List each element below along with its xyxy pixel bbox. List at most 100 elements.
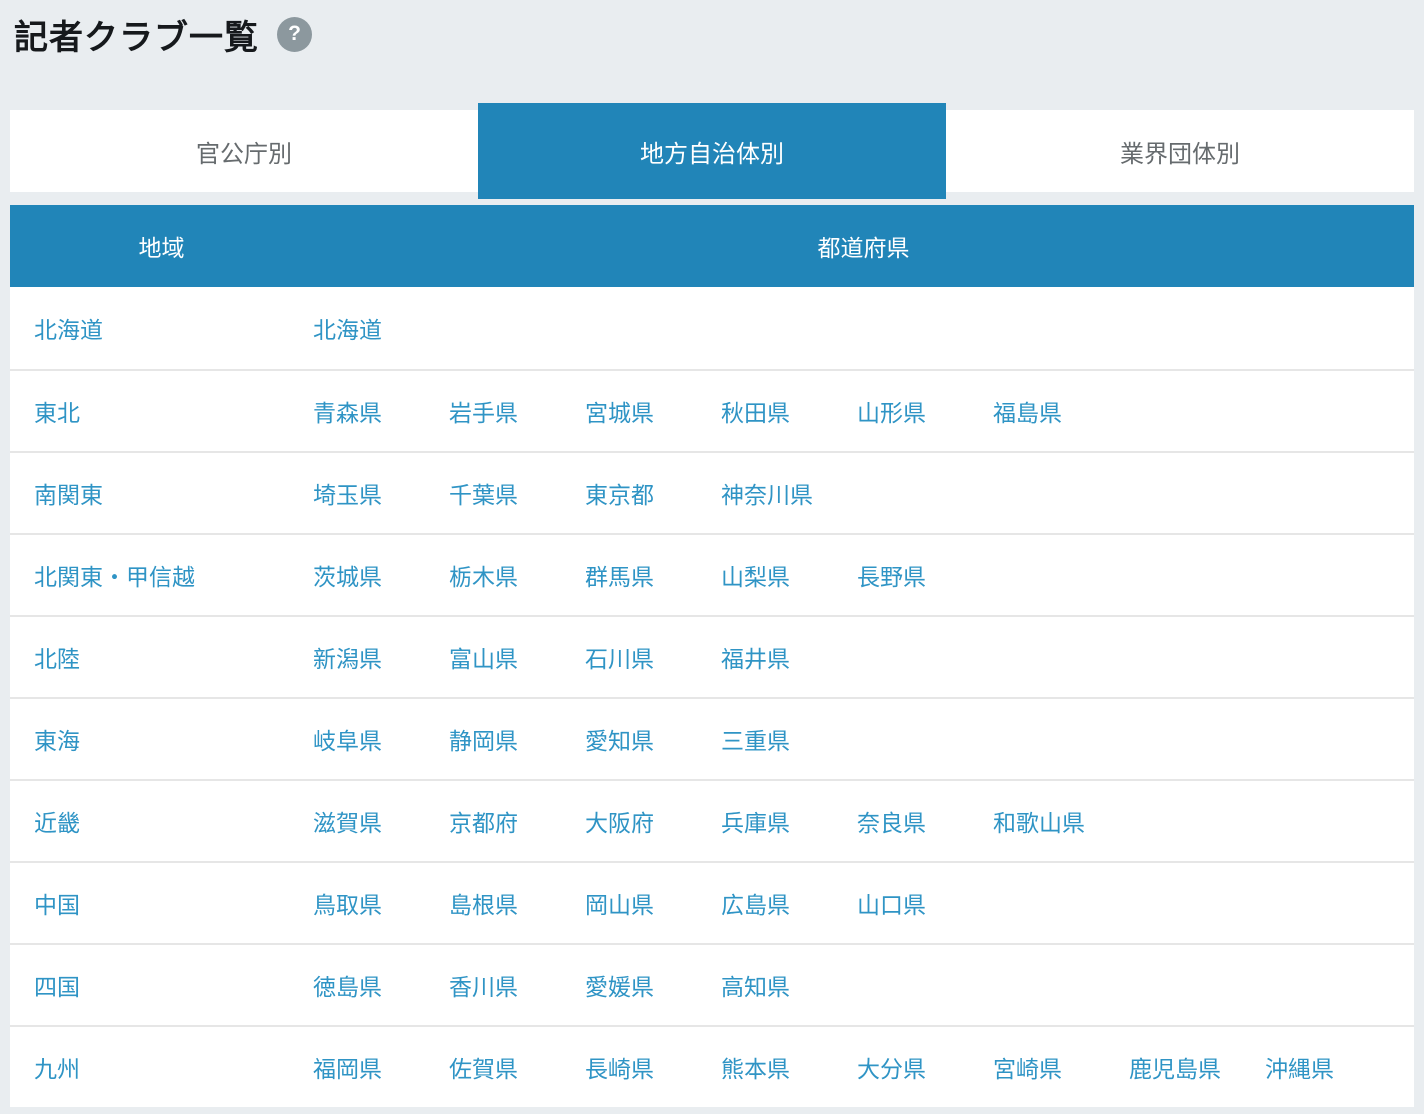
prefecture-slot: 三重県 [721, 722, 857, 756]
prefecture-link[interactable]: 長野県 [857, 564, 926, 590]
prefecture-slot: 東京都 [585, 476, 721, 510]
prefecture-list: 新潟県 富山県 石川県 福井県 [313, 640, 1414, 674]
prefecture-slot: 石川県 [585, 640, 721, 674]
tab-industry-group[interactable]: 業界団体別 [946, 110, 1414, 192]
prefecture-slot: 岡山県 [585, 886, 721, 920]
prefecture-link[interactable]: 埼玉県 [313, 482, 382, 508]
prefecture-link[interactable]: 鳥取県 [313, 892, 382, 918]
prefecture-link[interactable]: 静岡県 [449, 728, 518, 754]
prefecture-link[interactable]: 徳島県 [313, 974, 382, 1000]
prefecture-slot: 大阪府 [585, 804, 721, 838]
region-link[interactable]: 東北 [34, 400, 80, 426]
prefecture-slot: 和歌山県 [993, 804, 1129, 838]
prefecture-link[interactable]: 島根県 [449, 892, 518, 918]
prefecture-link[interactable]: 大分県 [857, 1056, 926, 1082]
prefecture-slot: 島根県 [449, 886, 585, 920]
help-icon[interactable]: ? [277, 17, 312, 52]
prefecture-link[interactable]: 三重県 [721, 728, 790, 754]
prefecture-link[interactable]: 新潟県 [313, 646, 382, 672]
region-link[interactable]: 北関東・甲信越 [34, 564, 195, 590]
prefecture-link[interactable]: 福島県 [993, 400, 1062, 426]
region-link[interactable]: 四国 [34, 974, 80, 1000]
prefecture-link[interactable]: 高知県 [721, 974, 790, 1000]
region-link[interactable]: 北陸 [34, 646, 80, 672]
prefecture-link[interactable]: 宮崎県 [993, 1056, 1062, 1082]
table-row: 北関東・甲信越 茨城県 栃木県 群馬県 山梨県 長野県 [10, 533, 1414, 615]
table-row: 東海 岐阜県 静岡県 愛知県 三重県 [10, 697, 1414, 779]
prefecture-link[interactable]: 東京都 [585, 482, 654, 508]
prefecture-link[interactable]: 山口県 [857, 892, 926, 918]
prefecture-link[interactable]: 栃木県 [449, 564, 518, 590]
prefecture-link[interactable]: 兵庫県 [721, 810, 790, 836]
prefecture-link[interactable]: 長崎県 [585, 1056, 654, 1082]
prefecture-slot: 茨城県 [313, 558, 449, 592]
prefecture-link[interactable]: 秋田県 [721, 400, 790, 426]
prefecture-slot: 栃木県 [449, 558, 585, 592]
region-link[interactable]: 北海道 [34, 317, 103, 343]
prefecture-slot: 宮城県 [585, 394, 721, 428]
prefecture-list: 徳島県 香川県 愛媛県 高知県 [313, 968, 1414, 1002]
prefecture-link[interactable]: 青森県 [313, 400, 382, 426]
prefecture-link[interactable]: 石川県 [585, 646, 654, 672]
region-cell: 九州 [10, 1050, 313, 1084]
prefecture-link[interactable]: 広島県 [721, 892, 790, 918]
region-cell: 北関東・甲信越 [10, 558, 313, 592]
page-header: 記者クラブ一覧 ? [0, 0, 1424, 58]
prefecture-link[interactable]: 鹿児島県 [1129, 1056, 1221, 1082]
prefecture-slot: 愛知県 [585, 722, 721, 756]
prefecture-link[interactable]: 岡山県 [585, 892, 654, 918]
tab-government-office[interactable]: 官公庁別 [10, 110, 478, 192]
prefecture-link[interactable]: 富山県 [449, 646, 518, 672]
prefecture-link[interactable]: 沖縄県 [1265, 1056, 1334, 1082]
prefecture-link[interactable]: 神奈川県 [721, 482, 813, 508]
table-header-row: 地域 都道府県 [10, 205, 1414, 287]
prefecture-link[interactable]: 茨城県 [313, 564, 382, 590]
region-link[interactable]: 近畿 [34, 810, 80, 836]
prefecture-link[interactable]: 和歌山県 [993, 810, 1085, 836]
prefecture-slot: 奈良県 [857, 804, 993, 838]
prefecture-list: 北海道 [313, 311, 1414, 345]
region-link[interactable]: 中国 [34, 892, 80, 918]
prefecture-link[interactable]: 北海道 [313, 317, 382, 343]
region-link[interactable]: 九州 [34, 1056, 80, 1082]
prefecture-link[interactable]: 宮城県 [585, 400, 654, 426]
prefecture-link[interactable]: 京都府 [449, 810, 518, 836]
prefecture-slot: 広島県 [721, 886, 857, 920]
prefecture-link[interactable]: 山形県 [857, 400, 926, 426]
tab-local-government[interactable]: 地方自治体別 [478, 103, 946, 199]
prefecture-link[interactable]: 福井県 [721, 646, 790, 672]
prefecture-link[interactable]: 滋賀県 [313, 810, 382, 836]
column-header-prefectures: 都道府県 [313, 205, 1414, 287]
table-row: 中国 鳥取県 島根県 岡山県 広島県 山口県 [10, 861, 1414, 943]
prefecture-slot: 徳島県 [313, 968, 449, 1002]
column-header-region: 地域 [10, 205, 313, 287]
region-link[interactable]: 東海 [34, 728, 80, 754]
prefecture-link[interactable]: 岐阜県 [313, 728, 382, 754]
prefecture-link[interactable]: 岩手県 [449, 400, 518, 426]
prefecture-slot: 群馬県 [585, 558, 721, 592]
region-link[interactable]: 南関東 [34, 482, 103, 508]
prefecture-link[interactable]: 福岡県 [313, 1056, 382, 1082]
prefecture-link[interactable]: 奈良県 [857, 810, 926, 836]
region-cell: 東北 [10, 394, 313, 428]
prefecture-list: 茨城県 栃木県 群馬県 山梨県 長野県 [313, 558, 1414, 592]
prefecture-slot: 佐賀県 [449, 1050, 585, 1084]
prefecture-link[interactable]: 群馬県 [585, 564, 654, 590]
prefecture-link[interactable]: 大阪府 [585, 810, 654, 836]
prefecture-link[interactable]: 愛知県 [585, 728, 654, 754]
prefecture-link[interactable]: 愛媛県 [585, 974, 654, 1000]
prefecture-link[interactable]: 佐賀県 [449, 1056, 518, 1082]
region-cell: 東海 [10, 722, 313, 756]
prefecture-link[interactable]: 香川県 [449, 974, 518, 1000]
prefecture-link[interactable]: 千葉県 [449, 482, 518, 508]
prefecture-link[interactable]: 熊本県 [721, 1056, 790, 1082]
prefecture-link[interactable]: 山梨県 [721, 564, 790, 590]
prefecture-slot: 岩手県 [449, 394, 585, 428]
prefecture-slot: 京都府 [449, 804, 585, 838]
prefecture-slot: 埼玉県 [313, 476, 449, 510]
prefecture-slot: 兵庫県 [721, 804, 857, 838]
prefecture-slot: 福岡県 [313, 1050, 449, 1084]
prefecture-slot: 新潟県 [313, 640, 449, 674]
prefecture-list: 青森県 岩手県 宮城県 秋田県 山形県 福島県 [313, 394, 1414, 428]
table-row: 四国 徳島県 香川県 愛媛県 高知県 [10, 943, 1414, 1025]
